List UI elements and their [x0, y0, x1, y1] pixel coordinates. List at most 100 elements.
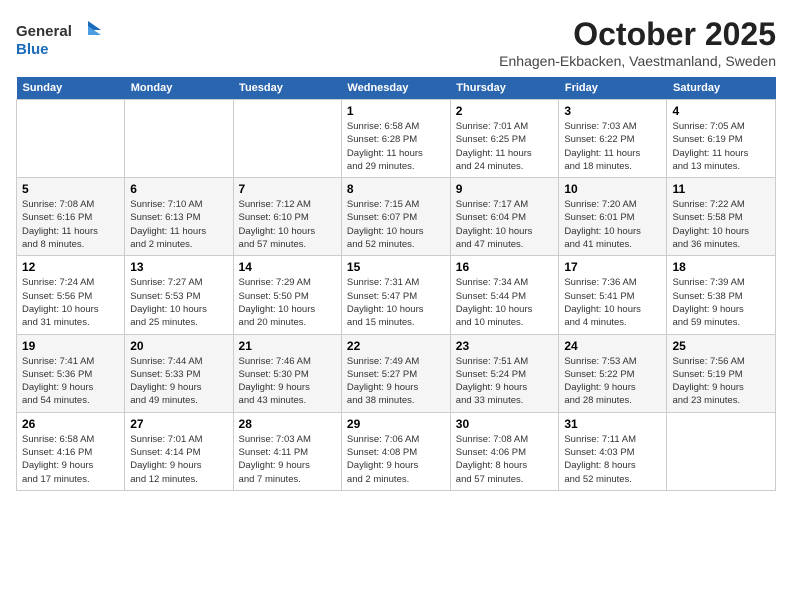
day-info: Sunrise: 7:44 AM Sunset: 5:33 PM Dayligh…: [130, 355, 227, 408]
svg-text:Blue: Blue: [16, 41, 49, 58]
day-number: 12: [22, 260, 119, 274]
calendar-cell: 21 Sunrise: 7:46 AM Sunset: 5:30 PM Dayli…: [233, 334, 341, 412]
day-number: 11: [672, 182, 770, 196]
day-number: 4: [672, 104, 770, 118]
day-number: 25: [672, 339, 770, 353]
day-number: 6: [130, 182, 227, 196]
day-number: 10: [564, 182, 661, 196]
day-info: Sunrise: 7:10 AM Sunset: 6:13 PM Dayligh…: [130, 198, 227, 251]
day-info: Sunrise: 7:12 AM Sunset: 6:10 PM Dayligh…: [239, 198, 336, 251]
calendar-cell: [125, 100, 233, 178]
calendar-week-4: 19 Sunrise: 7:41 AM Sunset: 5:36 PM Dayli…: [17, 334, 776, 412]
column-header-friday: Friday: [559, 77, 667, 100]
calendar-cell: 1Sunrise: 6:58 AM Sunset: 6:28 PM Daylig…: [341, 100, 450, 178]
day-number: 1: [347, 104, 445, 118]
calendar-cell: 15 Sunrise: 7:31 AM Sunset: 5:47 PM Dayli…: [341, 256, 450, 334]
calendar-cell: 28 Sunrise: 7:03 AM Sunset: 4:11 PM Dayli…: [233, 412, 341, 490]
day-number: 21: [239, 339, 336, 353]
logo-svg: General Blue: [16, 16, 106, 61]
day-number: 15: [347, 260, 445, 274]
day-info: Sunrise: 7:08 AM Sunset: 4:06 PM Dayligh…: [456, 433, 554, 486]
calendar-cell: 11 Sunrise: 7:22 AM Sunset: 5:58 PM Dayli…: [667, 178, 776, 256]
calendar-cell: 8Sunrise: 7:15 AM Sunset: 6:07 PM Daylig…: [341, 178, 450, 256]
calendar-cell: 25 Sunrise: 7:56 AM Sunset: 5:19 PM Dayli…: [667, 334, 776, 412]
day-info: Sunrise: 7:01 AM Sunset: 6:25 PM Dayligh…: [456, 120, 554, 173]
day-info: Sunrise: 7:56 AM Sunset: 5:19 PM Dayligh…: [672, 355, 770, 408]
day-number: 31: [564, 417, 661, 431]
calendar-cell: [17, 100, 125, 178]
day-info: Sunrise: 7:06 AM Sunset: 4:08 PM Dayligh…: [347, 433, 445, 486]
column-header-saturday: Saturday: [667, 77, 776, 100]
calendar-cell: 24Sunrise: 7:53 AM Sunset: 5:22 PM Dayli…: [559, 334, 667, 412]
calendar-cell: 31 Sunrise: 7:11 AM Sunset: 4:03 PM Dayli…: [559, 412, 667, 490]
calendar-cell: 14 Sunrise: 7:29 AM Sunset: 5:50 PM Dayli…: [233, 256, 341, 334]
day-number: 2: [456, 104, 554, 118]
day-info: Sunrise: 7:46 AM Sunset: 5:30 PM Dayligh…: [239, 355, 336, 408]
calendar-cell: [233, 100, 341, 178]
day-info: Sunrise: 7:22 AM Sunset: 5:58 PM Dayligh…: [672, 198, 770, 251]
day-info: Sunrise: 7:11 AM Sunset: 4:03 PM Dayligh…: [564, 433, 661, 486]
calendar-cell: 26 Sunrise: 6:58 AM Sunset: 4:16 PM Dayli…: [17, 412, 125, 490]
day-info: Sunrise: 7:01 AM Sunset: 4:14 PM Dayligh…: [130, 433, 227, 486]
calendar-cell: 12Sunrise: 7:24 AM Sunset: 5:56 PM Dayli…: [17, 256, 125, 334]
calendar-cell: 22 Sunrise: 7:49 AM Sunset: 5:27 PM Dayli…: [341, 334, 450, 412]
day-number: 17: [564, 260, 661, 274]
day-number: 28: [239, 417, 336, 431]
day-info: Sunrise: 7:05 AM Sunset: 6:19 PM Dayligh…: [672, 120, 770, 173]
calendar-cell: 17 Sunrise: 7:36 AM Sunset: 5:41 PM Dayli…: [559, 256, 667, 334]
day-info: Sunrise: 7:41 AM Sunset: 5:36 PM Dayligh…: [22, 355, 119, 408]
calendar-week-3: 12Sunrise: 7:24 AM Sunset: 5:56 PM Dayli…: [17, 256, 776, 334]
month-title: October 2025: [499, 16, 776, 53]
logo-block: General Blue: [16, 16, 106, 66]
calendar-cell: 29Sunrise: 7:06 AM Sunset: 4:08 PM Dayli…: [341, 412, 450, 490]
day-info: Sunrise: 6:58 AM Sunset: 4:16 PM Dayligh…: [22, 433, 119, 486]
calendar-week-2: 5 Sunrise: 7:08 AM Sunset: 6:16 PM Daylig…: [17, 178, 776, 256]
column-header-sunday: Sunday: [17, 77, 125, 100]
calendar-cell: 2 Sunrise: 7:01 AM Sunset: 6:25 PM Daylig…: [450, 100, 559, 178]
day-info: Sunrise: 7:53 AM Sunset: 5:22 PM Dayligh…: [564, 355, 661, 408]
day-number: 7: [239, 182, 336, 196]
calendar-table: SundayMondayTuesdayWednesdayThursdayFrid…: [16, 77, 776, 491]
day-info: Sunrise: 7:20 AM Sunset: 6:01 PM Dayligh…: [564, 198, 661, 251]
calendar-cell: 9Sunrise: 7:17 AM Sunset: 6:04 PM Daylig…: [450, 178, 559, 256]
column-header-thursday: Thursday: [450, 77, 559, 100]
calendar-cell: 6 Sunrise: 7:10 AM Sunset: 6:13 PM Daylig…: [125, 178, 233, 256]
day-info: Sunrise: 7:03 AM Sunset: 6:22 PM Dayligh…: [564, 120, 661, 173]
location-title: Enhagen-Ekbacken, Vaestmanland, Sweden: [499, 53, 776, 69]
logo: General Blue: [16, 16, 106, 66]
day-info: Sunrise: 7:51 AM Sunset: 5:24 PM Dayligh…: [456, 355, 554, 408]
calendar-cell: 23Sunrise: 7:51 AM Sunset: 5:24 PM Dayli…: [450, 334, 559, 412]
day-info: Sunrise: 7:31 AM Sunset: 5:47 PM Dayligh…: [347, 276, 445, 329]
day-info: Sunrise: 7:39 AM Sunset: 5:38 PM Dayligh…: [672, 276, 770, 329]
day-number: 20: [130, 339, 227, 353]
day-info: Sunrise: 7:29 AM Sunset: 5:50 PM Dayligh…: [239, 276, 336, 329]
day-number: 14: [239, 260, 336, 274]
day-number: 22: [347, 339, 445, 353]
day-info: Sunrise: 7:17 AM Sunset: 6:04 PM Dayligh…: [456, 198, 554, 251]
calendar-week-5: 26 Sunrise: 6:58 AM Sunset: 4:16 PM Dayli…: [17, 412, 776, 490]
day-info: Sunrise: 7:27 AM Sunset: 5:53 PM Dayligh…: [130, 276, 227, 329]
calendar-cell: 20 Sunrise: 7:44 AM Sunset: 5:33 PM Dayli…: [125, 334, 233, 412]
day-info: Sunrise: 7:08 AM Sunset: 6:16 PM Dayligh…: [22, 198, 119, 251]
day-number: 5: [22, 182, 119, 196]
calendar-cell: 13 Sunrise: 7:27 AM Sunset: 5:53 PM Dayli…: [125, 256, 233, 334]
calendar-cell: 7 Sunrise: 7:12 AM Sunset: 6:10 PM Daylig…: [233, 178, 341, 256]
calendar-cell: 4 Sunrise: 7:05 AM Sunset: 6:19 PM Daylig…: [667, 100, 776, 178]
day-info: Sunrise: 7:36 AM Sunset: 5:41 PM Dayligh…: [564, 276, 661, 329]
svg-text:General: General: [16, 23, 72, 40]
day-info: Sunrise: 7:34 AM Sunset: 5:44 PM Dayligh…: [456, 276, 554, 329]
column-header-wednesday: Wednesday: [341, 77, 450, 100]
calendar-week-1: 1Sunrise: 6:58 AM Sunset: 6:28 PM Daylig…: [17, 100, 776, 178]
day-number: 26: [22, 417, 119, 431]
day-number: 13: [130, 260, 227, 274]
day-number: 19: [22, 339, 119, 353]
day-number: 30: [456, 417, 554, 431]
day-number: 27: [130, 417, 227, 431]
day-info: Sunrise: 7:03 AM Sunset: 4:11 PM Dayligh…: [239, 433, 336, 486]
calendar-cell: 27 Sunrise: 7:01 AM Sunset: 4:14 PM Dayli…: [125, 412, 233, 490]
title-block: October 2025 Enhagen-Ekbacken, Vaestmanl…: [499, 16, 776, 69]
page-header: General Blue October 2025 Enhagen-Ekback…: [16, 16, 776, 69]
day-info: Sunrise: 7:49 AM Sunset: 5:27 PM Dayligh…: [347, 355, 445, 408]
calendar-cell: 3Sunrise: 7:03 AM Sunset: 6:22 PM Daylig…: [559, 100, 667, 178]
calendar-cell: 5 Sunrise: 7:08 AM Sunset: 6:16 PM Daylig…: [17, 178, 125, 256]
